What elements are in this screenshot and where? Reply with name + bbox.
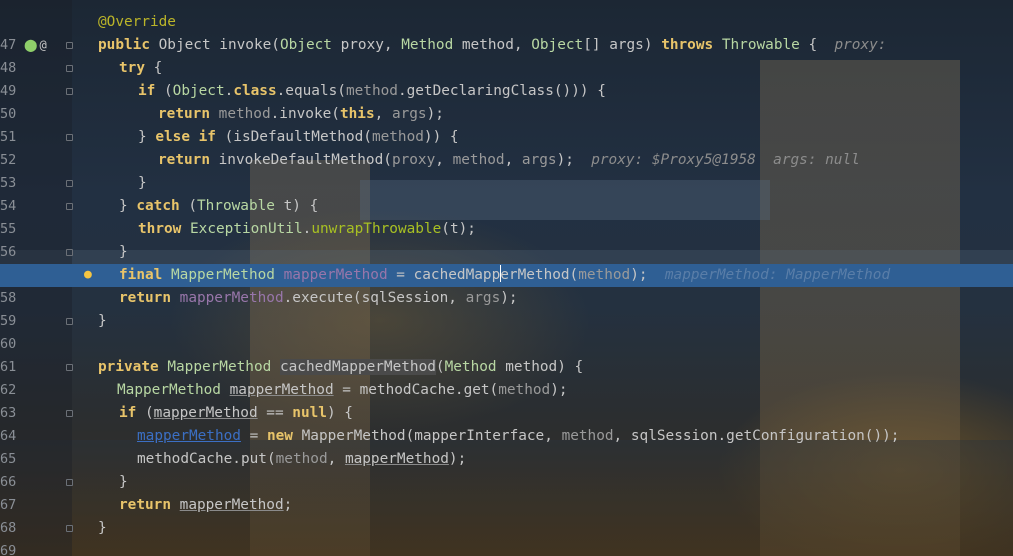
code-line-64[interactable]: 64 if (mapperMethod == null) { [0, 402, 1013, 444]
code-text: MapperMethod mapperMethod = methodCache.… [117, 382, 568, 398]
fold-toggle[interactable] [66, 249, 73, 256]
fold-toggle[interactable] [66, 180, 73, 187]
fold-toggle[interactable] [66, 318, 73, 325]
code-line-53[interactable]: 53 return invokeDefaultMethod(proxy, met… [0, 149, 1013, 191]
code-text: final MapperMethod mapperMethod = cached… [119, 265, 891, 283]
fold-toggle[interactable] [66, 65, 73, 72]
fold-toggle[interactable] [66, 203, 73, 210]
code-line-67[interactable]: 67 } [0, 471, 1013, 513]
fold-toggle[interactable] [66, 410, 73, 417]
code-line-66[interactable]: 66 methodCache.put(method, mapperMethod)… [0, 448, 1013, 490]
annotation-marker: @ [39, 38, 47, 52]
code-line-58-current[interactable]: 58 ● final MapperMethod mapperMethod = c… [0, 264, 1013, 306]
code-line-57[interactable]: 57 } [0, 241, 1013, 283]
code-line-68[interactable]: 68 return mapperMethod; [0, 494, 1013, 536]
code-text: if (Object.class.equals(method.getDeclar… [138, 83, 606, 99]
code-line-65[interactable]: 65 mapperMethod = new MapperMethod(mappe… [0, 425, 1013, 467]
code-line-63[interactable]: 63 MapperMethod mapperMethod = methodCac… [0, 379, 1013, 421]
code-text: private MapperMethod cachedMapperMethod(… [98, 359, 584, 375]
code-text: } [98, 520, 107, 536]
code-line-47[interactable]: 47 @Override [0, 11, 1013, 53]
code-line-55[interactable]: 55 } catch (Throwable t) { [0, 195, 1013, 237]
code-text: } catch (Throwable t) { [119, 198, 319, 214]
code-line-61[interactable]: 61 [0, 333, 1013, 375]
highlighted-identifier: cachedMapperMethod [279, 359, 436, 375]
code-text: } [98, 313, 107, 329]
code-text: throw ExceptionUtil.unwrapThrowable(t); [138, 221, 476, 237]
fold-toggle[interactable] [66, 479, 73, 486]
code-line-54[interactable]: 54 } [0, 172, 1013, 214]
code-text: } else if (isDefaultMethod(method)) { [138, 129, 459, 145]
code-text: try { [119, 60, 163, 76]
code-line-62[interactable]: 62 private MapperMethod cachedMapperMeth… [0, 356, 1013, 398]
fold-toggle[interactable] [66, 525, 73, 532]
code-editor[interactable]: 47 @Override 48 ⬤ @ public Object invoke(… [0, 0, 1013, 556]
code-text: } [138, 175, 147, 191]
code-text: public Object invoke(Object proxy, Metho… [98, 37, 887, 53]
code-text: mapperMethod = new MapperMethod(mapperIn… [137, 428, 900, 444]
code-text: } [119, 474, 128, 490]
code-line-51[interactable]: 51 return method.invoke(this, args); [0, 103, 1013, 145]
code-line-48[interactable]: 48 ⬤ @ public Object invoke(Object proxy,… [0, 34, 1013, 76]
line-number: 69 [0, 543, 17, 556]
code-text: @Override [98, 14, 176, 30]
code-text: if (mapperMethod == null) { [119, 405, 353, 421]
code-line-52[interactable]: 52 } else if (isDefaultMethod(method)) { [0, 126, 1013, 168]
fold-toggle[interactable] [66, 134, 73, 141]
fold-toggle[interactable] [66, 364, 73, 371]
code-line-56[interactable]: 56 throw ExceptionUtil.unwrapThrowable(t… [0, 218, 1013, 260]
fold-toggle[interactable] [66, 42, 73, 49]
code-text: return mapperMethod.execute(sqlSession, … [119, 290, 518, 306]
linked-identifier: mapperMethod [137, 428, 241, 444]
code-text: return invokeDefaultMethod(proxy, method… [158, 152, 860, 168]
code-line-50[interactable]: 50 if (Object.class.equals(method.getDec… [0, 80, 1013, 122]
override-icon[interactable]: ⬤ @ [24, 34, 47, 57]
fold-toggle[interactable] [66, 88, 73, 95]
code-line-69[interactable]: 69 } [0, 517, 1013, 556]
debug-hint: proxy: $Proxy5@1958 args: null [591, 152, 860, 168]
code-text: return method.invoke(this, args); [158, 106, 444, 122]
code-text: methodCache.put(method, mapperMethod); [137, 451, 467, 467]
code-line-49[interactable]: 49 try { [0, 57, 1013, 99]
code-line-60[interactable]: 60 } [0, 310, 1013, 352]
lightbulb-icon[interactable]: ● [84, 268, 96, 282]
code-text: return mapperMethod; [119, 497, 293, 513]
code-text: } [119, 244, 128, 260]
code-line-59[interactable]: 59 return mapperMethod.execute(sqlSessio… [0, 287, 1013, 329]
debug-hint: proxy: [834, 37, 887, 53]
debug-hint: mapperMethod: MapperMethod [664, 267, 891, 283]
